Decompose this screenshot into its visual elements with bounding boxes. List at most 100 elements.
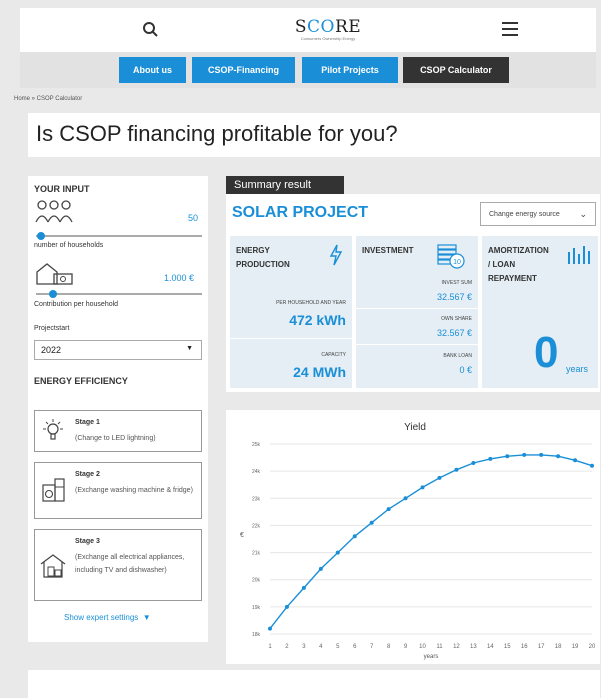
score-logo[interactable]: SCORE Consumers Ownership Energy <box>288 18 368 48</box>
data-point[interactable] <box>522 452 527 457</box>
top-bar: SCORE Consumers Ownership Energy <box>20 8 596 52</box>
caret-down-icon: ▼ <box>140 613 151 622</box>
breadcrumb[interactable]: Home » CSOP Calculator <box>14 96 82 102</box>
per-household-label: PER HOUSEHOLD AND YEAR <box>276 300 346 306</box>
divider <box>230 338 352 339</box>
amortization-heading-2: / LOAN <box>488 260 516 269</box>
households-label: number of households <box>34 242 104 249</box>
x-tick-label: 11 <box>436 644 443 650</box>
data-point[interactable] <box>352 534 357 539</box>
data-point[interactable] <box>488 456 493 461</box>
page-title: Is CSOP financing profitable for you? <box>36 121 398 146</box>
stage-1-option[interactable]: Stage 1 (Change to LED lightning) <box>34 410 202 452</box>
stage-3-title: Stage 3 <box>75 538 100 545</box>
stage-3-description: (Exchange all electrical appliances, inc… <box>75 554 185 574</box>
own-share-label: OWN SHARE <box>441 316 472 322</box>
x-tick-label: 20 <box>589 644 596 650</box>
energy-source-dropdown[interactable]: Change energy source ⌄ <box>480 202 596 226</box>
data-point[interactable] <box>505 454 510 459</box>
per-household-value: 472 kWh <box>289 312 346 328</box>
hamburger-menu-icon[interactable] <box>502 22 518 36</box>
y-tick-label: 22k <box>252 523 261 529</box>
x-tick-label: 7 <box>370 644 374 650</box>
expert-settings-link[interactable]: Show expert settings ▼ <box>64 613 151 622</box>
expert-settings-label: Show expert settings <box>64 613 139 622</box>
data-point[interactable] <box>284 604 289 609</box>
contribution-slider-handle[interactable] <box>48 290 57 298</box>
capacity-label: CAPACITY <box>321 352 346 358</box>
capacity-value: 24 MWh <box>293 364 346 380</box>
investment-heading: INVESTMENT <box>362 246 414 255</box>
yield-chart: Yield € years 18k19k20k21k22k23k24k25k1 2… <box>240 422 596 660</box>
logo-text: SCORE <box>294 17 362 37</box>
x-tick-label: 3 <box>302 644 306 650</box>
stage-3-option[interactable]: Stage 3 (Exchange all electrical applian… <box>34 529 202 601</box>
divider <box>356 344 478 345</box>
amortization-value: 0 <box>534 328 559 377</box>
x-tick-label: 4 <box>319 644 323 650</box>
data-point[interactable] <box>590 463 594 468</box>
nav-pilot-projects[interactable]: Pilot Projects <box>302 57 398 83</box>
x-tick-label: 16 <box>521 644 528 650</box>
data-point[interactable] <box>369 520 374 525</box>
nav-about-us[interactable]: About us <box>119 57 186 83</box>
amortization-card: AMORTIZATION / LOAN REPAYMENT 0 years <box>482 236 598 388</box>
amortization-heading-3: REPAYMENT <box>488 274 537 283</box>
stage-1-title: Stage 1 <box>75 419 100 426</box>
data-point[interactable] <box>386 507 391 512</box>
households-slider[interactable] <box>36 232 202 240</box>
main-navigation: About us CSOP-Financing Pilot Projects C… <box>20 52 596 88</box>
x-axis-label: years <box>424 654 439 660</box>
data-point[interactable] <box>437 475 442 480</box>
households-icon <box>35 200 73 223</box>
data-point[interactable] <box>335 550 340 555</box>
data-point[interactable] <box>420 485 425 490</box>
projectstart-label: Projectstart <box>34 325 70 332</box>
summary-panel: SOLAR PROJECT Change energy source ⌄ ENE… <box>226 194 600 392</box>
households-slider-handle[interactable] <box>36 232 45 240</box>
data-point[interactable] <box>471 461 476 465</box>
stage-2-option[interactable]: Stage 2 (Exchange washing machine & frid… <box>34 462 202 519</box>
data-point[interactable] <box>301 585 306 590</box>
energy-efficiency-heading: ENERGY EFFICIENCY <box>34 376 128 386</box>
energy-source-placeholder: Change energy source <box>489 210 560 218</box>
chart-title: Yield <box>404 422 426 433</box>
data-point[interactable] <box>268 626 272 631</box>
house-appliances-icon <box>40 554 66 578</box>
washing-machine-icon <box>42 478 65 502</box>
x-tick-label: 9 <box>404 644 408 650</box>
footer <box>28 670 600 698</box>
nav-csop-calculator[interactable]: CSOP Calculator <box>403 57 509 83</box>
y-tick-label: 20k <box>252 578 261 584</box>
nav-csop-financing[interactable]: CSOP-Financing <box>192 57 295 83</box>
energy-heading-1: ENERGY <box>236 246 270 255</box>
x-tick-label: 17 <box>538 644 545 650</box>
data-point[interactable] <box>454 467 459 472</box>
energy-heading-2: PRODUCTION <box>236 260 290 269</box>
invest-sum-label: INVEST SUM <box>441 280 472 286</box>
bank-loan-label: BANK LOAN <box>443 353 472 359</box>
x-tick-label: 13 <box>470 644 477 650</box>
stage-2-title: Stage 2 <box>75 471 100 478</box>
amortization-unit: years <box>566 364 589 374</box>
data-point[interactable] <box>556 454 561 459</box>
y-tick-label: 23k <box>252 496 261 502</box>
data-point[interactable] <box>318 566 323 571</box>
coins-icon: 10 <box>437 244 465 269</box>
chevron-down-icon: ⌄ <box>579 209 587 219</box>
households-value: 50 <box>188 213 199 223</box>
title-panel: Is CSOP financing profitable for you? <box>28 113 600 157</box>
contribution-slider[interactable] <box>36 290 202 298</box>
data-point[interactable] <box>539 452 544 457</box>
y-tick-label: 18k <box>252 632 261 638</box>
data-point[interactable] <box>573 458 578 463</box>
x-tick-label: 6 <box>353 644 357 650</box>
bank-loan-value: 0 € <box>459 365 472 375</box>
y-tick-label: 19k <box>252 605 261 611</box>
invest-sum-value: 32.567 € <box>436 292 472 302</box>
search-icon[interactable] <box>141 20 161 40</box>
data-point[interactable] <box>403 496 408 501</box>
energy-production-card: ENERGY PRODUCTION PER HOUSEHOLD AND YEAR… <box>230 236 352 388</box>
projectstart-value: 2022 <box>41 345 62 355</box>
projectstart-select[interactable]: 2022 ▼ <box>34 340 202 360</box>
